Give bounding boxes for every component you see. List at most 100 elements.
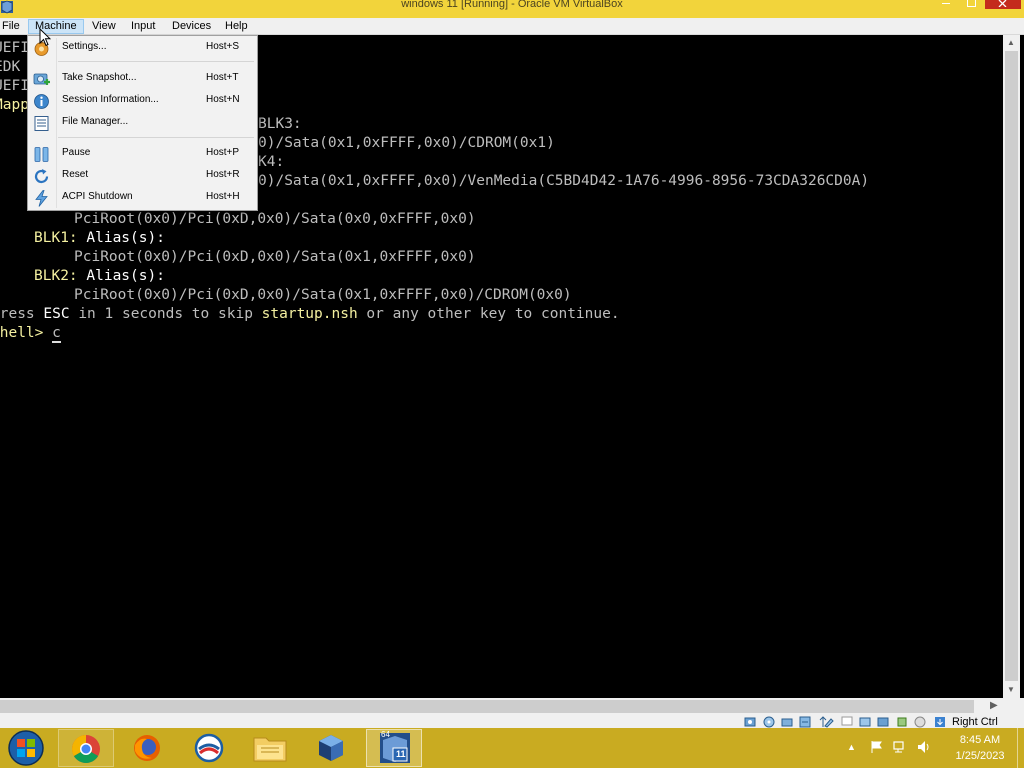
close-icon — [998, 0, 1007, 7]
blue-circle-app-icon — [194, 733, 224, 763]
action-center-flag-icon[interactable] — [870, 740, 884, 754]
console-line: BLK3: — [258, 116, 302, 132]
window-title-bar[interactable]: windows 11 [Running] - Oracle VM Virtual… — [0, 0, 1024, 18]
horizontal-scroll-thumb[interactable] — [0, 700, 974, 713]
console-line: PciRoot(0x0)/Pci(0xD,0x0)/Sata(0x0,0xFFF… — [74, 211, 476, 227]
scroll-up-arrow-icon[interactable]: ▲ — [1007, 38, 1015, 47]
menu-item-settings[interactable]: Settings... Host+S — [30, 38, 255, 59]
clock-date: 1/25/2023 — [955, 750, 1005, 762]
vertical-scroll-thumb[interactable] — [1005, 51, 1018, 681]
volume-icon[interactable] — [917, 740, 931, 754]
window-title: windows 11 [Running] - Oracle VM Virtual… — [401, 0, 623, 10]
startup-file-name: startup.nsh — [261, 306, 358, 322]
mouse-cursor-icon — [39, 28, 51, 47]
esc-key-text: ESC — [43, 306, 70, 322]
scroll-right-arrow-icon[interactable]: ▶ — [990, 700, 998, 711]
vertical-scrollbar[interactable]: ▲ ▼ — [1003, 35, 1020, 698]
menu-item-reset[interactable]: Reset Host+R — [30, 166, 255, 187]
menu-item-file-manager[interactable]: File Manager... — [30, 113, 255, 134]
menu-item-take-snapshot[interactable]: Take Snapshot... Host+T — [30, 69, 255, 90]
taskbar-app-blue-circle[interactable] — [181, 729, 237, 767]
blk1-name: BLK1: — [34, 230, 78, 246]
close-button[interactable] — [985, 0, 1021, 9]
menu-item-pause[interactable]: Pause Host+P — [30, 144, 255, 165]
vm-badge-top: 64 — [381, 730, 390, 739]
keyboard-capture-icon[interactable] — [934, 716, 946, 728]
host-key-label: Right Ctrl — [952, 716, 998, 728]
menu-item-label: Take Snapshot... — [62, 72, 137, 83]
show-desktop-button[interactable] — [1017, 728, 1024, 768]
reset-icon — [34, 169, 49, 184]
menu-item-shortcut: Host+R — [206, 169, 240, 180]
system-clock[interactable]: 8:45 AM 1/25/2023 — [944, 732, 1016, 764]
cpu-icon[interactable] — [896, 716, 908, 728]
menu-input[interactable]: Input — [125, 19, 161, 34]
menu-file[interactable]: File — [0, 19, 26, 34]
menu-item-label: Pause — [62, 147, 91, 158]
menu-item-label: Session Information... — [62, 94, 159, 105]
network-tray-icon[interactable] — [893, 740, 907, 754]
console-text: or any other key to continue. — [357, 306, 620, 322]
mouse-integration-icon[interactable] — [914, 716, 926, 728]
windows-start-orb-icon — [8, 730, 44, 766]
virtualbox-cube-icon — [319, 735, 343, 761]
console-line: UEFI — [0, 78, 29, 94]
menu-item-label: Reset — [62, 169, 89, 180]
start-button[interactable] — [0, 729, 56, 767]
menu-view[interactable]: View — [86, 19, 122, 34]
horizontal-scrollbar[interactable]: ▶ — [0, 698, 1003, 715]
console-line: BLK2: Alias(s): — [34, 267, 165, 286]
menu-bar: File Machine View Input Devices Help — [0, 18, 1024, 35]
shell-prompt-line: Shell> c — [0, 324, 61, 343]
network-icon[interactable] — [799, 716, 811, 728]
console-line: Mapp — [0, 97, 29, 113]
menu-machine[interactable]: Machine — [28, 19, 84, 34]
shell-input: c — [52, 325, 61, 343]
blk2-alias: Alias(s): — [77, 268, 165, 284]
optical-drive-icon[interactable] — [763, 716, 775, 728]
taskbar-firefox[interactable] — [120, 729, 176, 767]
taskbar-chrome[interactable] — [58, 729, 114, 767]
hard-disk-icon[interactable] — [744, 716, 756, 728]
console-line: 0)/Sata(0x1,0xFFFF,0x0)/CDROM(0x1) — [258, 135, 555, 151]
menu-item-shortcut: Host+N — [206, 94, 240, 105]
menu-item-label: File Manager... — [62, 116, 129, 127]
minimize-button[interactable] — [934, 0, 958, 9]
menu-item-shortcut: Host+P — [206, 147, 240, 158]
blk1-alias: Alias(s): — [77, 230, 165, 246]
menu-help[interactable]: Help — [219, 19, 254, 34]
maximize-button[interactable] — [959, 0, 983, 9]
scroll-down-arrow-icon[interactable]: ▼ — [1007, 685, 1015, 694]
vm-status-bar: Right Ctrl — [0, 715, 1024, 729]
taskbar-file-explorer[interactable] — [242, 729, 298, 767]
chrome-icon — [72, 735, 100, 763]
console-line: K4: — [258, 154, 285, 170]
menu-separator — [58, 61, 254, 62]
menu-separator — [58, 137, 254, 138]
display-icon[interactable] — [841, 716, 853, 728]
tray-overflow-chevron-icon[interactable]: ▲ — [847, 742, 861, 756]
shared-folders-icon[interactable] — [823, 716, 835, 728]
menu-item-label: ACPI Shutdown — [62, 191, 133, 202]
video-capture-icon[interactable] — [859, 716, 871, 728]
info-icon — [34, 94, 49, 109]
menu-item-shortcut: Host+T — [206, 72, 239, 83]
menu-item-session-information[interactable]: Session Information... Host+N — [30, 91, 255, 112]
menu-devices[interactable]: Devices — [166, 19, 217, 34]
console-text: Press — [0, 306, 35, 322]
console-line: PciRoot(0x0)/Pci(0xD,0x0)/Sata(0x1,0xFFF… — [74, 287, 572, 303]
startup-prompt-line: Press ESC in 1 seconds to skip startup.n… — [0, 305, 620, 324]
audio-icon[interactable] — [781, 716, 793, 728]
blk2-name: BLK2: — [34, 268, 78, 284]
firefox-icon — [134, 735, 160, 761]
menu-item-label: Settings... — [62, 41, 107, 52]
menu-item-acpi-shutdown[interactable]: ACPI Shutdown Host+H — [30, 188, 255, 209]
recording-icon[interactable] — [877, 716, 889, 728]
console-text: in 1 seconds to skip — [69, 306, 262, 322]
pause-icon — [34, 147, 49, 162]
menu-item-shortcut: Host+S — [206, 41, 240, 52]
taskbar-vm-window[interactable]: 64 11 — [366, 729, 422, 767]
scrollbar-corner — [1003, 698, 1024, 715]
console-line: EDK — [0, 59, 21, 75]
taskbar-virtualbox[interactable] — [303, 729, 359, 767]
